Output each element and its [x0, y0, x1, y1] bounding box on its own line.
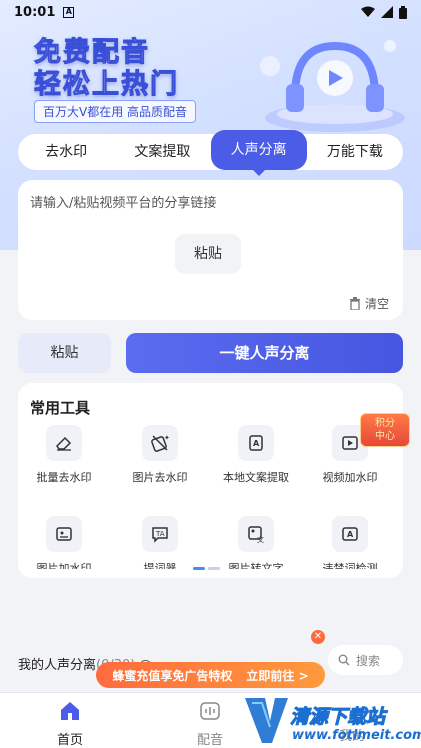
tab-copy-extract[interactable]: 文案提取 [114, 134, 210, 170]
nav-home[interactable]: 首页 [40, 701, 100, 748]
status-bar: 10:01 A [0, 0, 421, 24]
points-badge-line1: 积分 [375, 418, 395, 429]
eraser-icon [46, 425, 82, 461]
tools-title: 常用工具 [30, 399, 91, 417]
banner-subtitle: 百万大V都在用 高品质配音 [34, 100, 197, 123]
text-extract-icon: A [238, 425, 274, 461]
tool-label: 视频加水印 [322, 471, 378, 484]
image-erase-icon: ✦ [142, 425, 178, 461]
clear-label: 清空 [364, 297, 389, 311]
wifi-icon [361, 6, 375, 17]
watermark-site-name: 清源下载站 [289, 706, 386, 729]
link-input-placeholder[interactable]: 请输入/粘贴视频平台的分享链接 [30, 192, 216, 211]
search-label: 搜索 [356, 653, 381, 668]
tab-remove-watermark[interactable]: 去水印 [18, 134, 114, 170]
clear-button[interactable]: 清空 [349, 295, 389, 312]
link-input-card[interactable]: 请输入/粘贴视频平台的分享链接 粘贴 清空 [18, 180, 403, 320]
home-icon [61, 702, 79, 720]
svg-text:A: A [253, 439, 260, 448]
tool-banned-word-check[interactable]: A 违禁词检测 [310, 516, 390, 569]
banner-title-line2: 轻松上热门 [34, 69, 179, 101]
promo-banner[interactable]: 蜂蜜充值享免广告特权 立即前往 > [96, 662, 325, 688]
svg-text:TA: TA [155, 530, 165, 538]
paste-inline-button[interactable]: 粘贴 [175, 234, 241, 274]
image-watermark-icon [46, 516, 82, 552]
tool-label: 违禁词检测 [322, 562, 378, 569]
tool-image-remove-watermark[interactable]: ✦ 图片去水印 [120, 425, 200, 485]
common-tools-card: 常用工具 批量去水印 ✦ 图片去水印 A 本地文案提取 视频加水印 图片加水印 … [18, 383, 403, 578]
word-check-icon: A [332, 516, 368, 552]
svg-text:✦: ✦ [164, 434, 170, 442]
watermark-site-url: www.fotimeit.com [292, 728, 421, 743]
tool-image-to-text[interactable]: 文 图片转文字 [216, 516, 296, 569]
page-dot-active [193, 567, 205, 570]
tab-vocal-separation[interactable]: 人声分离 [210, 130, 307, 176]
svg-text:A: A [347, 530, 354, 539]
feature-tabs: 去水印 文案提取 人声分离 万能下载 [18, 130, 403, 176]
vocal-separate-button[interactable]: 一键人声分离 [126, 333, 403, 373]
image-to-text-icon: 文 [238, 516, 274, 552]
notification-a-icon: A [63, 6, 75, 18]
tool-batch-remove-watermark[interactable]: 批量去水印 [24, 425, 104, 485]
nav-dubbing[interactable]: 配音 [180, 701, 240, 748]
audio-wave-icon [200, 702, 220, 720]
paste-button[interactable]: 粘贴 [18, 333, 111, 373]
tool-label: 图片去水印 [132, 471, 188, 484]
headphone-illustration-icon [260, 40, 405, 132]
promo-close-icon[interactable]: ✕ [311, 630, 325, 644]
tool-label: 批量去水印 [36, 471, 92, 484]
tool-image-add-watermark[interactable]: 图片加水印 [24, 516, 104, 569]
nav-dubbing-label: 配音 [196, 733, 223, 748]
signal-icon [381, 6, 393, 18]
promo-cta[interactable]: 立即前往 > [246, 667, 308, 684]
status-time: 10:01 [14, 4, 56, 20]
trash-icon [349, 297, 360, 310]
tool-teleprompter[interactable]: TA 提词器 [120, 516, 200, 569]
nav-home-label: 首页 [56, 733, 83, 748]
page-dot [208, 567, 220, 570]
tools-page-indicator [193, 567, 220, 570]
tool-label: 本地文案提取 [223, 471, 289, 484]
battery-icon [399, 5, 407, 19]
teleprompter-icon: TA [142, 516, 178, 552]
status-right-icons [361, 5, 407, 19]
tool-local-text-extract[interactable]: A 本地文案提取 [216, 425, 296, 485]
tool-label: 图片加水印 [36, 562, 92, 569]
tool-label: 图片转文字 [228, 562, 284, 569]
search-icon [338, 654, 350, 666]
points-center-badge[interactable]: 积分 中心 [360, 413, 410, 447]
my-section-label: 我的人声分离 [18, 658, 97, 673]
tool-label: 提词器 [143, 562, 177, 569]
points-badge-line2: 中心 [375, 431, 395, 442]
promo-text: 蜂蜜充值享免广告特权 [112, 668, 233, 683]
svg-text:文: 文 [257, 535, 264, 544]
tab-universal-download[interactable]: 万能下载 [307, 134, 403, 170]
search-button[interactable]: 搜索 [328, 645, 403, 675]
